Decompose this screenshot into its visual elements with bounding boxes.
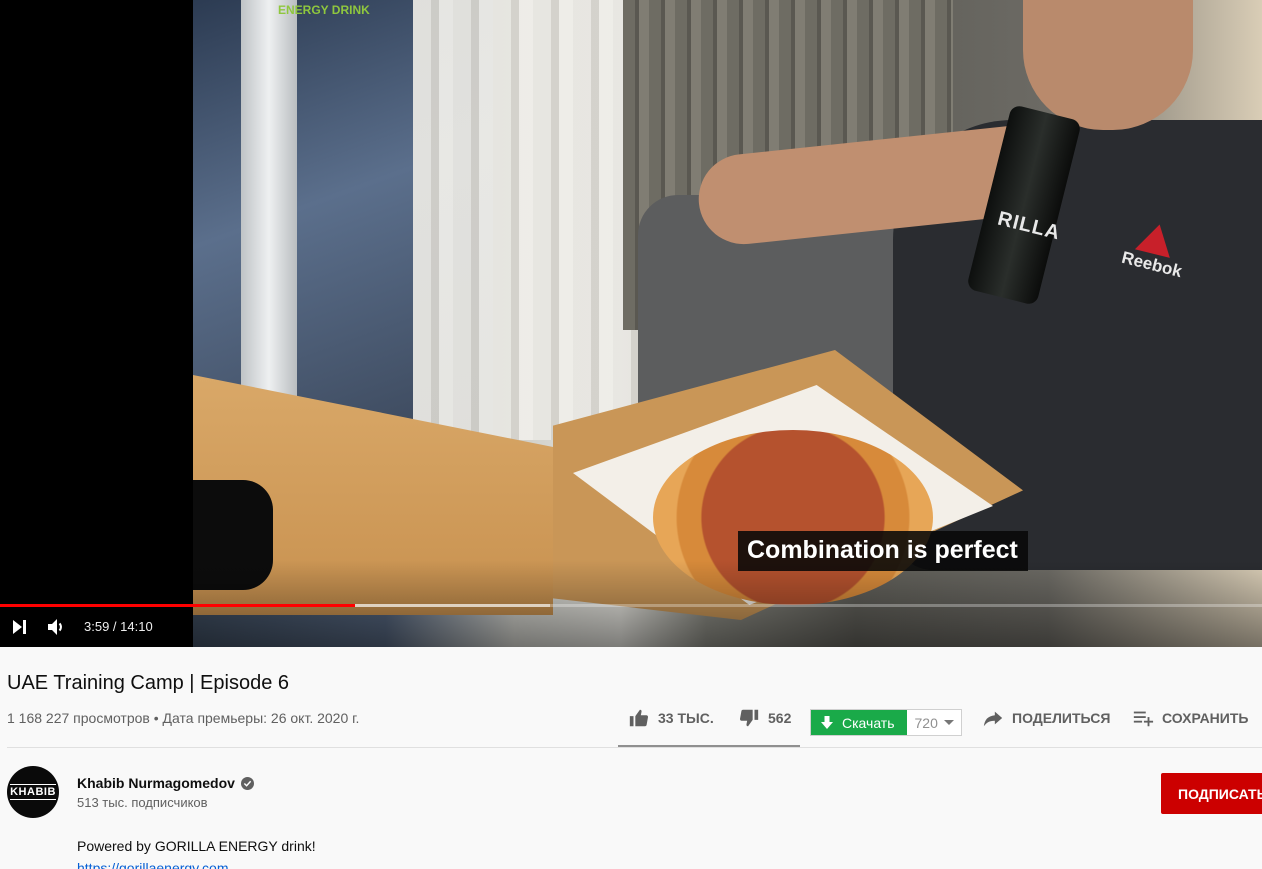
next-button[interactable] bbox=[8, 615, 32, 639]
page: RILLA Reebok ENERGY DRINK Combination is… bbox=[0, 0, 1262, 869]
scene-head bbox=[1023, 0, 1193, 130]
scene-curtain-sheer bbox=[413, 0, 653, 440]
description-text: Powered by GORILLA ENERGY drink! bbox=[77, 838, 316, 854]
thumbs-up-icon bbox=[629, 709, 649, 727]
progress-played bbox=[0, 604, 355, 607]
verified-icon bbox=[240, 776, 254, 790]
download-quality-select[interactable]: 720 bbox=[907, 710, 961, 735]
subscribe-label: ПОДПИСАТЬСЯ bbox=[1178, 785, 1262, 802]
meta-separator: • bbox=[153, 710, 163, 726]
playlist-add-icon bbox=[1133, 711, 1154, 727]
download-arrow-icon bbox=[821, 715, 833, 729]
dislike-button[interactable]: 562 bbox=[738, 700, 791, 736]
avatar-logo-text: KHABIB bbox=[10, 784, 56, 800]
thumbs-down-icon bbox=[739, 709, 759, 727]
channel-name-link[interactable]: Khabib Nurmagomedov bbox=[77, 775, 254, 791]
view-count: 1 168 227 просмотров bbox=[7, 710, 150, 726]
download-button[interactable]: Скачать bbox=[811, 710, 907, 735]
scene-window-frame bbox=[241, 0, 297, 420]
like-count: 33 ТЫС. bbox=[658, 710, 714, 726]
dislike-count: 562 bbox=[768, 710, 792, 726]
download-quality-value: 720 bbox=[914, 714, 938, 731]
save-label: СОХРАНИТЬ bbox=[1162, 710, 1249, 726]
duration: 14:10 bbox=[120, 619, 153, 634]
download-label: Скачать bbox=[842, 714, 895, 731]
progress-bar[interactable] bbox=[0, 604, 1262, 607]
channel-name: Khabib Nurmagomedov bbox=[77, 775, 235, 791]
subscriber-count: 513 тыс. подписчиков bbox=[77, 795, 208, 810]
video-watermark: ENERGY DRINK bbox=[278, 3, 370, 17]
current-time: 3:59 bbox=[84, 619, 110, 634]
channel-avatar[interactable]: KHABIB bbox=[7, 766, 59, 818]
download-widget: Скачать 720 bbox=[810, 709, 962, 736]
volume-icon bbox=[48, 619, 62, 635]
chevron-down-icon bbox=[943, 720, 954, 725]
share-icon bbox=[983, 711, 1003, 727]
video-meta: 1 168 227 просмотров • Дата премьеры: 26… bbox=[7, 710, 359, 726]
volume-button[interactable] bbox=[44, 615, 68, 639]
time-readout: 3:59 / 14:10 bbox=[84, 619, 153, 634]
share-label: ПОДЕЛИТЬСЯ bbox=[1012, 710, 1111, 726]
description-link[interactable]: https://gorillaenergy.com bbox=[77, 860, 228, 869]
video-frame[interactable]: RILLA Reebok ENERGY DRINK bbox=[193, 0, 1262, 647]
like-button[interactable]: 33 ТЫС. bbox=[628, 700, 714, 736]
video-title: UAE Training Camp | Episode 6 bbox=[7, 672, 290, 694]
subscribe-button[interactable]: ПОДПИСАТЬСЯ bbox=[1161, 773, 1262, 814]
premiere-date: Дата премьеры: 26 окт. 2020 г. bbox=[162, 710, 360, 726]
divider bbox=[7, 747, 1262, 748]
share-button[interactable]: ПОДЕЛИТЬСЯ bbox=[982, 700, 1110, 736]
video-player[interactable]: RILLA Reebok ENERGY DRINK Combination is… bbox=[0, 0, 1262, 647]
save-button[interactable]: СОХРАНИТЬ bbox=[1132, 700, 1248, 736]
next-icon bbox=[13, 620, 26, 634]
